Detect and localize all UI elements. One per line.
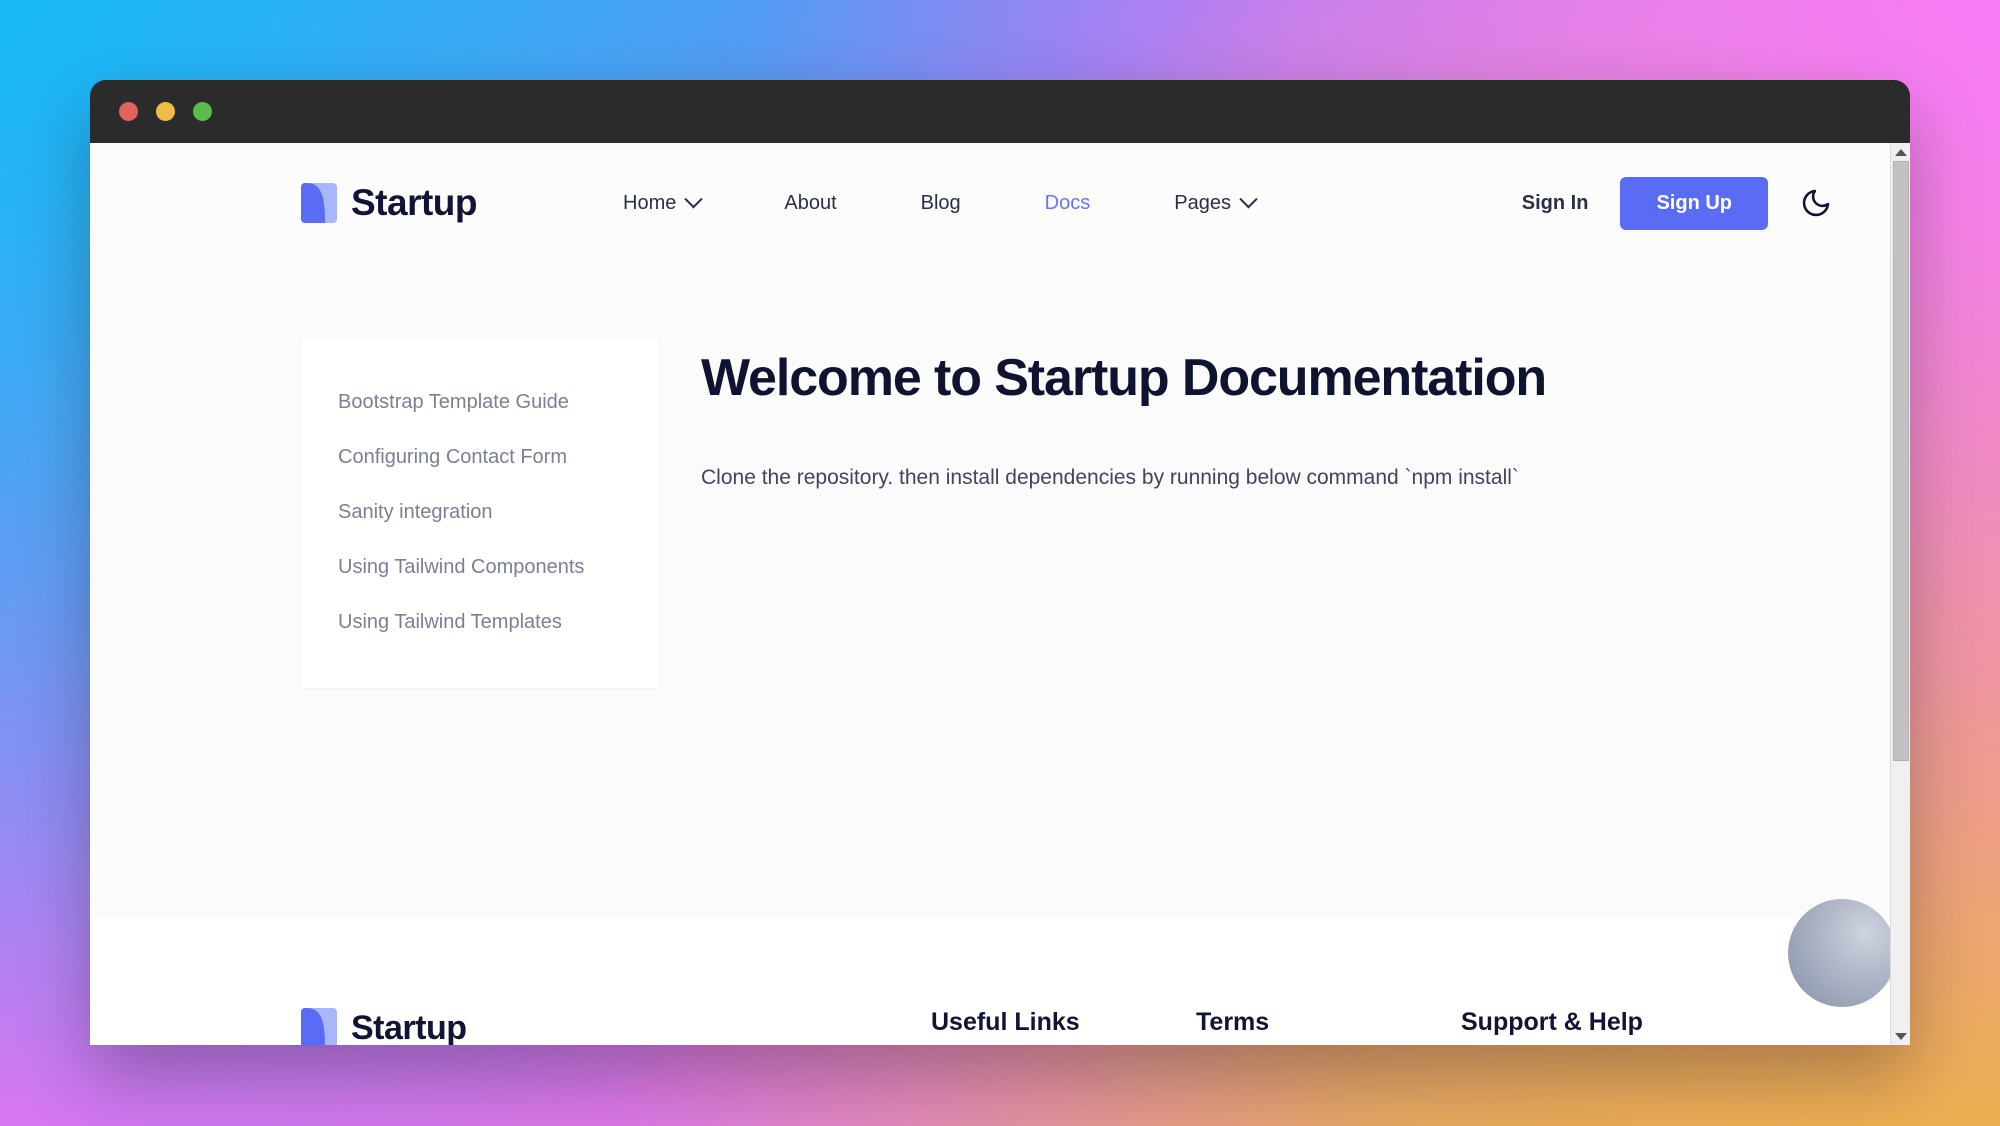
scrollbar-track[interactable]	[1891, 161, 1910, 1027]
brand-logo-link[interactable]: Startup	[301, 182, 478, 224]
nav-item-blog[interactable]: Blog	[879, 192, 1003, 215]
main-navigation: Home About Blog Docs Pages	[581, 189, 1297, 215]
scrollbar-thumb[interactable]	[1893, 161, 1909, 761]
docs-content: Welcome to Startup Documentation Clone t…	[701, 337, 1834, 494]
footer-column-terms: Terms TOS	[1196, 1008, 1461, 1045]
footer-heading-terms: Terms	[1196, 1008, 1270, 1036]
sign-in-link[interactable]: Sign In	[1490, 192, 1621, 215]
scroll-down-arrow-icon[interactable]	[1891, 1027, 1910, 1045]
nav-item-docs[interactable]: Docs	[1003, 192, 1133, 215]
sign-up-button[interactable]: Sign Up	[1620, 176, 1768, 230]
close-window-button[interactable]	[119, 102, 138, 121]
window-titlebar	[90, 80, 1910, 143]
chevron-down-icon	[1239, 189, 1258, 208]
nav-label-about: About	[784, 191, 837, 214]
nav-label-blog: Blog	[920, 191, 961, 214]
nav-item-home[interactable]: Home	[581, 189, 742, 215]
minimize-window-button[interactable]	[156, 102, 175, 121]
footer-brand-column: Startup Lorem ipsum dolor sit amet, cons…	[301, 1008, 931, 1045]
sidebar-item-configuring-contact-form[interactable]: Configuring Contact Form	[301, 430, 659, 485]
footer-brand-name: Startup	[351, 1008, 467, 1046]
site-header: Startup Home About Blog Docs Pages Sign …	[90, 143, 1890, 263]
vertical-scrollbar[interactable]	[1890, 143, 1910, 1045]
footer-column-support-help: Support & Help Open Support Ticket	[1461, 1008, 1761, 1045]
web-page: Startup Home About Blog Docs Pages Sign …	[90, 143, 1890, 1045]
footer-heading-support-help: Support & Help	[1461, 1008, 1643, 1036]
docs-sidebar: Bootstrap Template Guide Configuring Con…	[301, 337, 659, 688]
header-actions: Sign In Sign Up	[1490, 176, 1834, 230]
footer-heading-useful-links: Useful Links	[931, 1008, 1080, 1036]
footer-column-useful-links: Useful Links Blog	[931, 1008, 1196, 1045]
footer-brand-link[interactable]: Startup	[301, 1008, 931, 1045]
nav-item-pages[interactable]: Pages	[1132, 189, 1297, 215]
browser-viewport: Startup Home About Blog Docs Pages Sign …	[90, 143, 1910, 1045]
startup-logo-icon	[301, 183, 337, 223]
scroll-up-arrow-icon[interactable]	[1891, 143, 1910, 161]
chevron-down-icon	[684, 189, 704, 208]
docs-section: Bootstrap Template Guide Configuring Con…	[90, 263, 1890, 918]
docs-body-text: Clone the repository. then install depen…	[701, 465, 1519, 489]
maximize-window-button[interactable]	[193, 102, 212, 121]
sidebar-item-sanity-integration[interactable]: Sanity integration	[301, 485, 659, 540]
sidebar-item-bootstrap-template-guide[interactable]: Bootstrap Template Guide	[301, 375, 659, 430]
startup-logo-icon	[301, 1008, 337, 1045]
footer-inner: Startup Lorem ipsum dolor sit amet, cons…	[301, 1008, 1834, 1045]
brand-name: Startup	[351, 182, 478, 223]
moon-icon[interactable]	[1798, 185, 1834, 221]
sidebar-item-using-tailwind-templates[interactable]: Using Tailwind Templates	[301, 595, 659, 650]
nav-label-docs: Docs	[1044, 191, 1091, 214]
site-footer: Startup Lorem ipsum dolor sit amet, cons…	[90, 918, 1890, 1045]
nav-item-about[interactable]: About	[742, 192, 878, 215]
nav-label-home: Home	[623, 191, 677, 214]
browser-window: Startup Home About Blog Docs Pages Sign …	[90, 80, 1910, 1045]
sidebar-item-using-tailwind-components[interactable]: Using Tailwind Components	[301, 540, 659, 595]
page-title: Welcome to Startup Documentation	[701, 349, 1547, 407]
nav-label-pages: Pages	[1174, 191, 1231, 214]
